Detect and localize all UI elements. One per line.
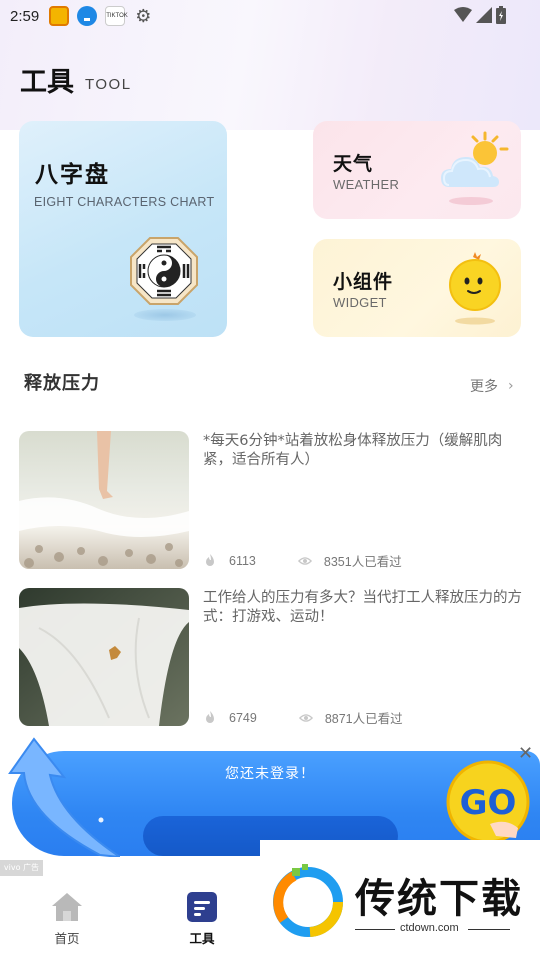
app-notification-icon (49, 6, 70, 26)
widget-card-title: 小组件 (333, 271, 394, 293)
article-thumbnail (19, 431, 189, 569)
login-message: 您还未登录！ (225, 766, 315, 782)
article-meta: 6749 8871人已看过 (203, 708, 403, 727)
chevron-right-icon: › (508, 378, 514, 394)
signal-icon (476, 7, 492, 23)
like-count: 6749 (229, 710, 257, 725)
status-time: 2:59 (10, 7, 40, 25)
tiktok-notification-icon: TIKTOK (105, 6, 128, 26)
bazi-card-subtitle: EIGHT CHARACTERS CHART (34, 195, 215, 209)
watermark-text: 传统下载 (355, 876, 523, 922)
widget-card-subtitle: WIDGET (333, 295, 387, 310)
tab-tools[interactable]: 工具 (177, 892, 227, 947)
arrow-decoration-icon (8, 737, 120, 857)
bazi-chart-card[interactable]: 八字盘 EIGHT CHARACTERS CHART (19, 121, 227, 337)
view-count: 8351人已看过 (323, 555, 402, 569)
download-icon (77, 6, 98, 26)
icon-shadow (134, 309, 196, 321)
more-link[interactable]: 更多 › (470, 376, 514, 396)
wifi-icon (454, 7, 472, 22)
ad-tag: vivo 广告 (0, 860, 43, 876)
flame-icon (206, 553, 214, 566)
smiley-icon (449, 252, 501, 325)
eye-icon (297, 556, 312, 565)
site-watermark: 传统下载 ctdown.com (260, 840, 540, 960)
tools-icon (187, 892, 217, 922)
flame-icon (206, 710, 214, 723)
article-item[interactable]: 工作给人的压力有多大？当代打工人释放压力的方式：打游戏、运动！ 6749 887… (19, 588, 524, 728)
go-icon: GO (446, 760, 530, 844)
page-title: 工具 (20, 67, 74, 98)
section-title: 释放压力 (24, 373, 100, 394)
tab-tools-label: 工具 (189, 931, 215, 946)
article-thumbnail (19, 588, 189, 726)
status-bar: 2:59 TIKTOK ⚙ (0, 0, 540, 32)
weather-card[interactable]: 天气 WEATHER (313, 121, 521, 219)
watermark-divider (468, 929, 510, 930)
watermark-logo-icon (273, 864, 344, 937)
go-label: GO (460, 783, 517, 823)
tab-home[interactable]: 首页 (42, 892, 92, 947)
article-item[interactable]: *每天6分钟*站着放松身体释放压力（缓解肌肉紧，适合所有人） 6113 8351… (19, 431, 524, 571)
article-title: 工作给人的压力有多大？当代打工人释放压力的方式：打游戏、运动！ (203, 590, 522, 625)
weather-card-subtitle: WEATHER (333, 177, 400, 192)
more-label: 更多 (470, 379, 498, 395)
sun-cloud-icon (441, 131, 509, 205)
weather-card-title: 天气 (333, 153, 374, 175)
article-meta: 6113 8351人已看过 (203, 551, 402, 570)
page-subtitle: TOOL (85, 76, 132, 93)
like-count: 6113 (229, 553, 256, 568)
bazi-card-title: 八字盘 (35, 162, 110, 188)
view-count: 8871人已看过 (324, 712, 403, 726)
home-icon (52, 893, 82, 921)
status-indicators (454, 6, 506, 24)
close-ad-icon[interactable]: ✕ (518, 743, 533, 764)
watermark-url: ctdown.com (400, 922, 459, 934)
widget-card[interactable]: 小组件 WIDGET (313, 239, 521, 337)
settings-icon: ⚙ (135, 5, 152, 27)
bagua-icon (130, 237, 198, 305)
tab-home-label: 首页 (54, 931, 80, 946)
battery-icon (496, 6, 506, 24)
eye-icon (298, 713, 313, 722)
watermark-divider (355, 929, 395, 930)
article-title: *每天6分钟*站着放松身体释放压力（缓解肌肉紧，适合所有人） (203, 433, 503, 468)
